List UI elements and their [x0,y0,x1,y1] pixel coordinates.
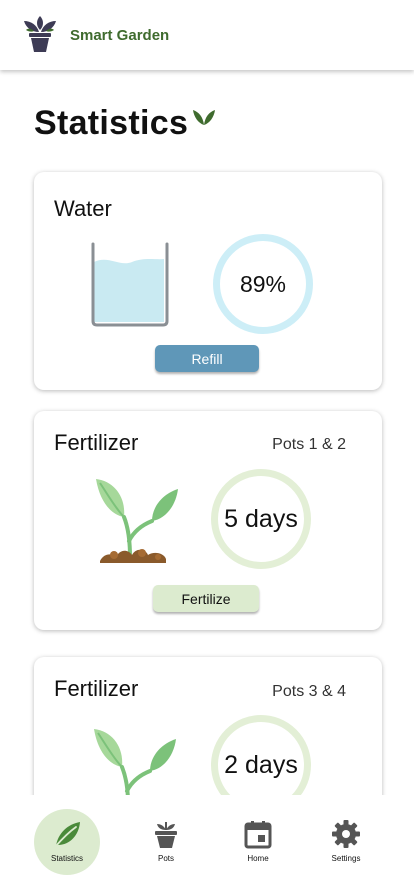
page-title: Statistics [34,104,189,142]
app-header: Smart Garden [0,0,414,70]
sprout-icon [94,729,176,803]
calendar-icon [244,821,272,849]
water-level-ring: 89% [213,234,313,334]
fertilizer-card-title: Fertilizer [54,676,139,701]
nav-item-statistics[interactable]: Statistics [34,809,100,875]
fertilizer-card-title: Fertilizer [54,430,139,455]
leaf-icon [54,822,80,848]
fertilizer-pots-label: Pots 1 & 2 [272,436,346,453]
bottom-nav: Statistics Pots Home Settings [0,795,414,896]
app-title: Smart Garden [70,27,170,44]
nav-item-settings[interactable]: Settings [313,809,379,875]
fertilizer-days-ring: 5 days [211,469,311,569]
nav-label-settings: Settings [331,854,361,863]
refill-button[interactable]: Refill [155,345,259,372]
fertilizer-pots-label: Pots 3 & 4 [272,683,346,700]
leaf-sprout-icon [193,110,215,125]
nav-label-pots: Pots [157,854,174,863]
fertilize-button[interactable]: Fertilize [153,585,259,612]
water-tank-icon [91,242,169,327]
gear-icon [332,820,360,848]
nav-label-statistics: Statistics [50,854,83,863]
nav-item-home[interactable]: Home [225,809,291,875]
nav-label-home: Home [247,854,269,863]
water-card: Water 89% Refill [34,172,382,390]
nav-item-pots[interactable]: Pots [133,809,199,875]
fertilizer-card-pots-1-2: Fertilizer Pots 1 & 2 5 days Fertilize [34,411,382,630]
pot-icon [155,822,177,848]
water-card-title: Water [54,196,112,221]
statistics-screen: Smart Garden Statistics Water 89% Refill… [0,0,414,896]
sprout-icon [96,479,178,563]
potted-plant-logo-icon [24,16,56,52]
